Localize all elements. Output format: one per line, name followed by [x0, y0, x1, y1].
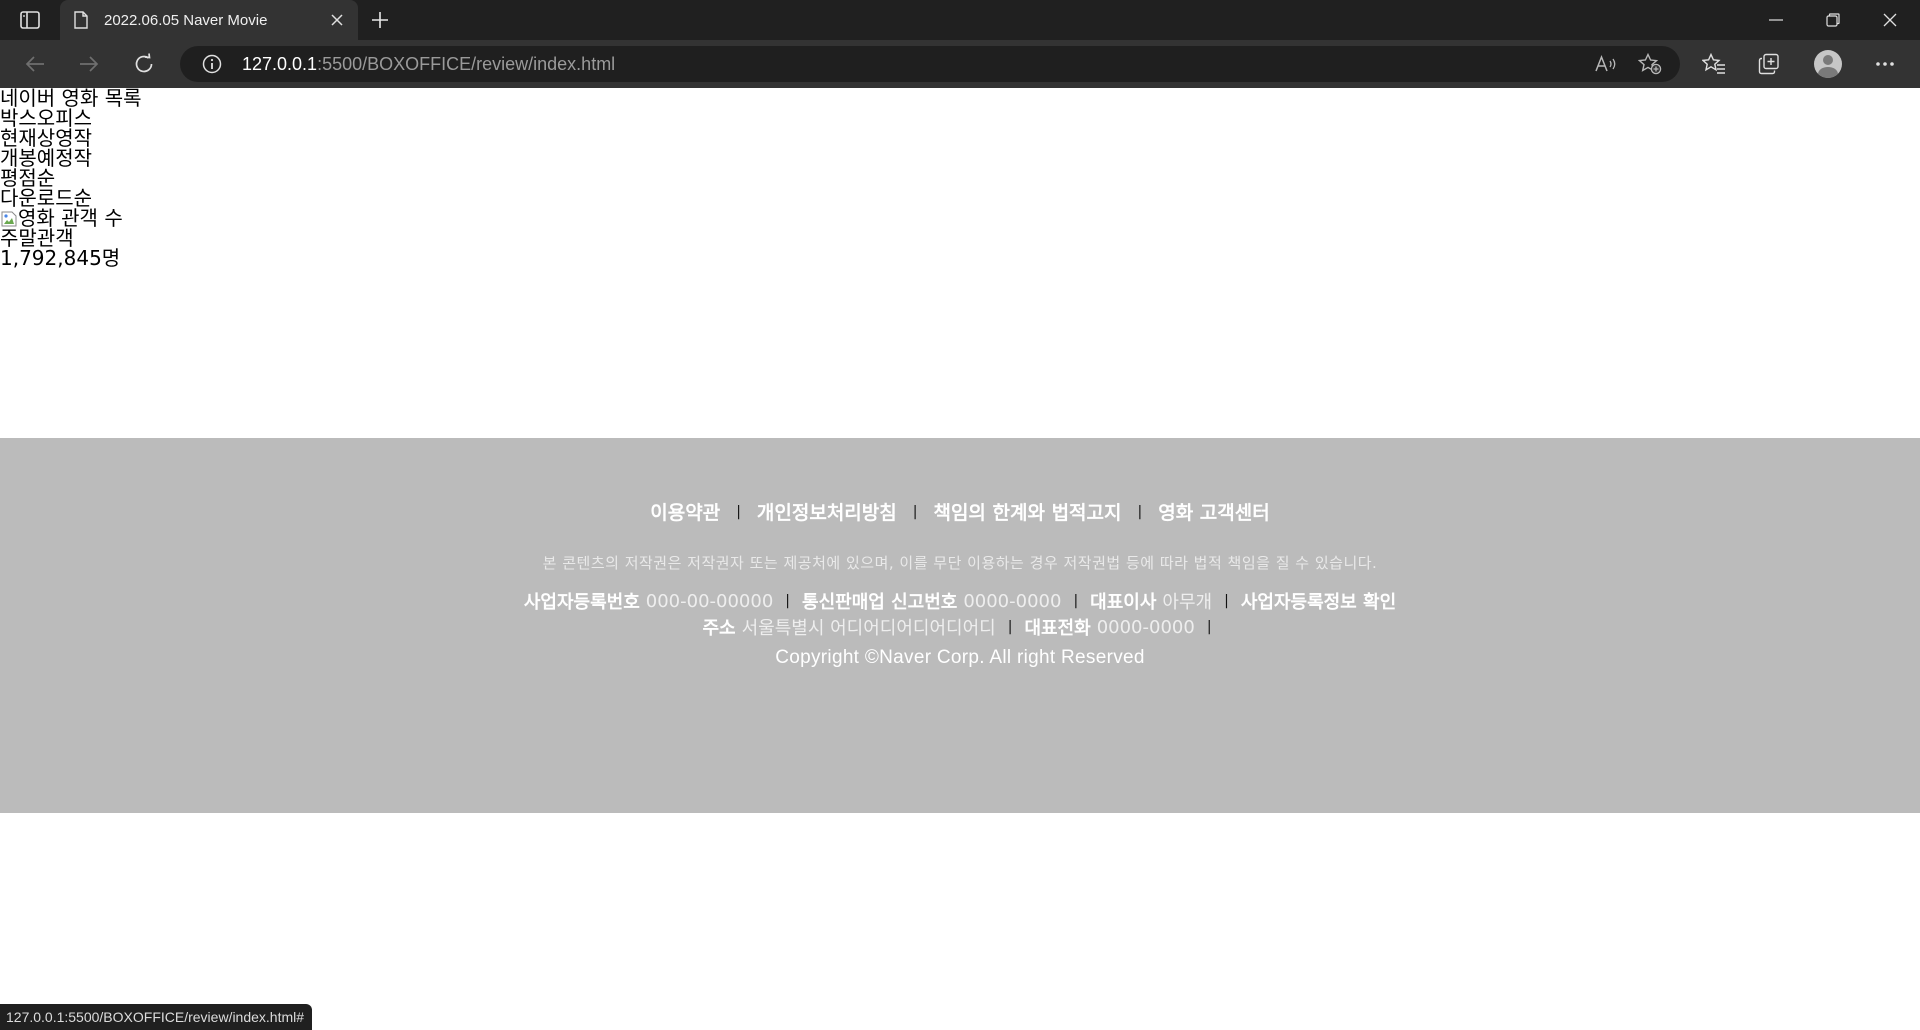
minimize-icon[interactable]: [1748, 0, 1804, 40]
phone-value: 0000-0000: [1096, 616, 1195, 638]
nav-item-downloads[interactable]: 다운로드순: [0, 188, 142, 208]
browser-toolbar: 127.0.0.1:5500/BOXOFFICE/review/index.ht…: [0, 40, 1920, 88]
nav-item-boxoffice[interactable]: 박스오피스: [0, 108, 142, 128]
footer-link-legal[interactable]: 책임의 한계와 법적고지: [933, 498, 1121, 525]
url-host: 127.0.0.1: [242, 54, 318, 74]
document-icon: [74, 10, 92, 30]
biz-reg-label: 사업자등록번호: [523, 592, 640, 613]
ecommerce-value: 0000-0000: [963, 590, 1062, 612]
audience-value: 1,792,845명: [0, 246, 121, 270]
nav-item-upcoming[interactable]: 개봉예정작: [0, 148, 142, 168]
back-icon[interactable]: [18, 48, 52, 80]
footer-link-terms[interactable]: 이용약관: [650, 498, 720, 525]
add-favorite-icon[interactable]: [1636, 52, 1664, 76]
url-path: :5500/BOXOFFICE/review/index.html: [317, 54, 616, 74]
title-bar: 2022.06.05 Naver Movie: [0, 0, 1920, 40]
movie-nav: 네이버 영화 목록 박스오피스 현재상영작 개봉예정작 평점순 다운로드순 영화…: [0, 88, 142, 268]
footer-link-support[interactable]: 영화 고객센터: [1158, 498, 1270, 525]
footer-links: 이용약관 | 개인정보처리방침 | 책임의 한계와 법적고지 | 영화 고객센터: [0, 498, 1920, 525]
copyright-notice: 본 콘텐츠의 저작권은 저작권자 또는 제공처에 있으며, 이를 무단 이용하는…: [542, 554, 1378, 572]
restore-icon[interactable]: [1805, 0, 1861, 40]
ecommerce-label: 통신판매업 신고번호: [802, 592, 958, 613]
ceo-value: 아무개: [1162, 592, 1213, 613]
nav-item-rating[interactable]: 평점순: [0, 168, 142, 188]
biz-separator: |: [1224, 593, 1229, 609]
forward-icon[interactable]: [72, 48, 106, 80]
url-text[interactable]: 127.0.0.1:5500/BOXOFFICE/review/index.ht…: [242, 46, 615, 82]
footer-separator: |: [912, 503, 918, 520]
sidebar-icon[interactable]: [16, 9, 44, 31]
read-aloud-icon[interactable]: [1592, 52, 1620, 76]
broken-image-icon: [0, 210, 18, 228]
close-icon[interactable]: [322, 5, 352, 35]
info-icon[interactable]: [202, 54, 222, 74]
favorites-icon[interactable]: [1697, 48, 1731, 80]
biz-separator: |: [1007, 619, 1013, 635]
profile-icon[interactable]: [1814, 50, 1842, 78]
audience-label: 주말관객: [0, 226, 74, 250]
address-value: 서울특별시 어디어디어디어디어디: [741, 618, 996, 639]
audience-image: 영화 관객 수: [0, 208, 142, 228]
business-info-row-1: 사업자등록번호 000-00-00000 | 통신판매업 신고번호 0000-0…: [0, 588, 1920, 614]
refresh-icon[interactable]: [127, 48, 161, 80]
tab-title: 2022.06.05 Naver Movie: [104, 11, 268, 29]
address-label: 주소: [702, 618, 736, 639]
page-content: 네이버 영화 목록 박스오피스 현재상영작 개봉예정작 평점순 다운로드순 영화…: [0, 88, 1920, 1030]
footer-separator: |: [736, 503, 741, 520]
business-info-row-2: 주소 서울특별시 어디어디어디어디어디 | 대표전화 0000-0000 |: [0, 614, 1920, 640]
biz-separator: |: [785, 593, 791, 609]
corp-copyright: Copyright ©Naver Corp. All right Reserve…: [775, 647, 1145, 668]
plus-icon[interactable]: [366, 6, 394, 34]
footer: 이용약관 | 개인정보처리방침 | 책임의 한계와 법적고지 | 영화 고객센터…: [0, 438, 1920, 813]
footer-separator: |: [1137, 503, 1143, 520]
browser-tab[interactable]: 2022.06.05 Naver Movie: [60, 0, 358, 40]
nav-item-now-playing[interactable]: 현재상영작: [0, 128, 142, 148]
collections-icon[interactable]: [1752, 48, 1786, 80]
ceo-label: 대표이사: [1090, 592, 1157, 613]
phone-label: 대표전화: [1024, 618, 1091, 639]
more-icon[interactable]: [1868, 48, 1902, 80]
biz-reg-value: 000-00-00000: [645, 590, 774, 612]
status-bar-url: 127.0.0.1:5500/BOXOFFICE/review/index.ht…: [0, 1004, 313, 1030]
biz-info-link[interactable]: 사업자등록정보 확인: [1241, 588, 1396, 614]
nav-title: 네이버 영화 목록: [0, 86, 142, 110]
footer-link-privacy[interactable]: 개인정보처리방침: [757, 498, 897, 525]
address-bar[interactable]: 127.0.0.1:5500/BOXOFFICE/review/index.ht…: [180, 46, 1680, 82]
close-window-icon[interactable]: [1862, 0, 1918, 40]
biz-separator: |: [1073, 593, 1079, 609]
biz-separator: |: [1206, 619, 1212, 635]
